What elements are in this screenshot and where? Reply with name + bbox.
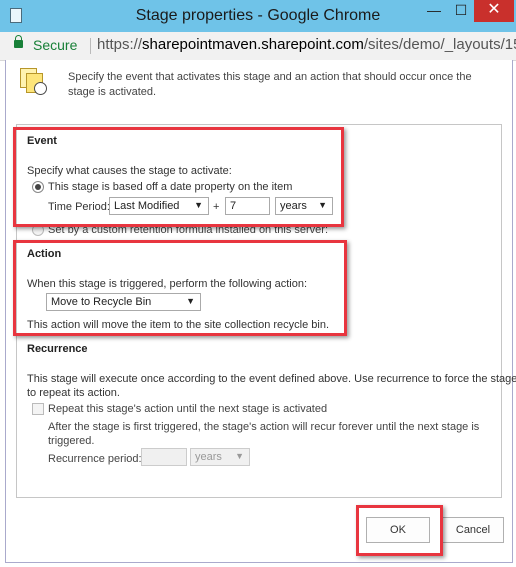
recurrence-after-line1: After the stage is first triggered, the … (48, 421, 480, 433)
recurrence-text-line2: to repeat its action. (27, 387, 120, 399)
ok-highlight (356, 505, 443, 556)
minimize-button[interactable]: — (420, 0, 448, 22)
divider (90, 38, 91, 54)
event-highlight (13, 127, 344, 227)
action-highlight (13, 240, 347, 336)
url-host: sharepointmaven.sharepoint.com (142, 36, 364, 53)
recurrence-unit-value: years (195, 451, 222, 463)
dropdown-arrow-icon: ▼ (235, 451, 244, 461)
close-button[interactable]: ✕ (474, 0, 514, 22)
recurrence-period-input[interactable] (141, 448, 187, 466)
cancel-button[interactable]: Cancel (442, 517, 504, 543)
recurrence-text-line1: This stage will execute once according t… (27, 373, 516, 385)
recurrence-period-label: Recurrence period: (48, 453, 142, 465)
recurrence-heading: Recurrence (27, 343, 88, 355)
recurrence-unit-select[interactable]: years ▼ (190, 448, 250, 466)
address-bar[interactable]: Secure https://sharepointmaven.sharepoin… (0, 32, 516, 61)
recurrence-after-line2: triggered. (48, 435, 95, 447)
url-text[interactable]: https://sharepointmaven.sharepoint.com/s… (97, 36, 516, 53)
repeat-label: Repeat this stage's action until the nex… (48, 403, 328, 415)
lock-icon (14, 35, 23, 48)
intro-text: Specify the event that activates this st… (68, 71, 472, 98)
repeat-checkbox[interactable] (32, 403, 44, 415)
url-path: /sites/demo/_layouts/15/ (363, 36, 516, 53)
window-titlebar: Stage properties - Google Chrome — ☐ ✕ (0, 0, 516, 32)
url-scheme: https:// (97, 36, 143, 53)
maximize-button[interactable]: ☐ (448, 0, 474, 22)
stage-properties-icon (20, 68, 47, 95)
secure-label: Secure (33, 37, 78, 53)
